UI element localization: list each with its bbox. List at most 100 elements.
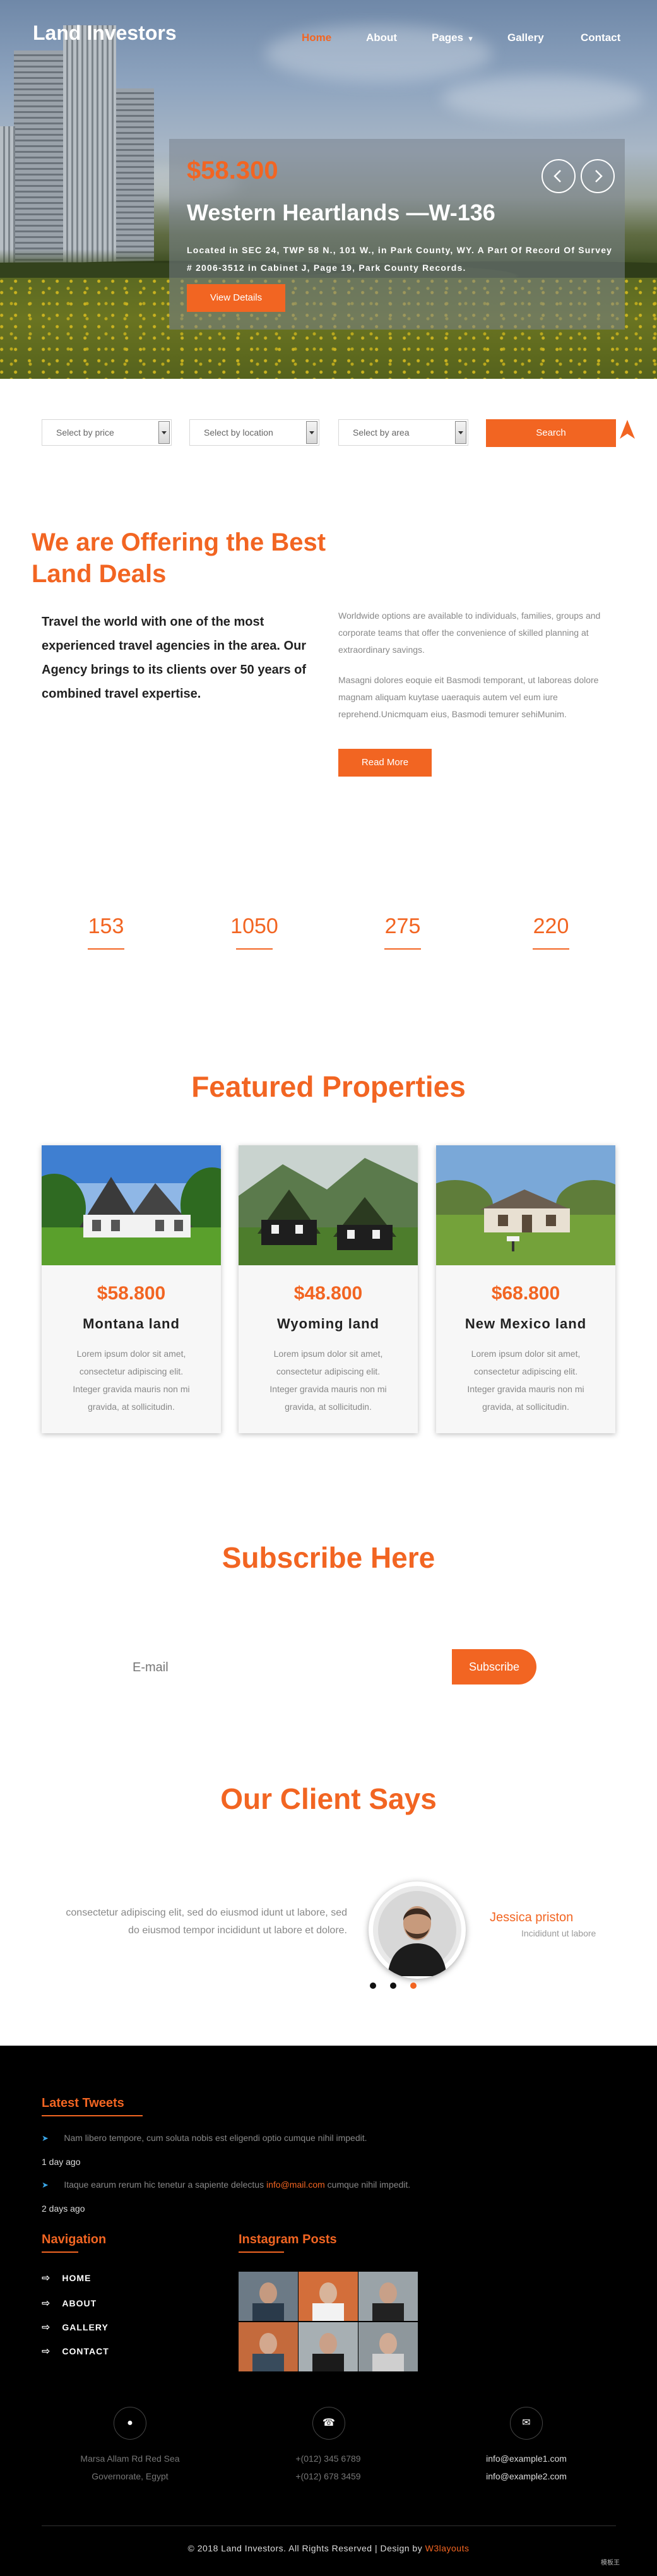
property-name[interactable]: Montana land	[42, 1316, 221, 1332]
read-more-button[interactable]: Read More	[338, 749, 432, 777]
instagram-photo[interactable]	[239, 2272, 298, 2321]
building-image	[63, 25, 116, 278]
nav-home[interactable]: Home	[302, 32, 331, 44]
instagram-photo[interactable]	[358, 2272, 418, 2321]
footer-nav-label: HOME	[62, 2273, 92, 2283]
prev-slide-button[interactable]	[542, 159, 576, 193]
tweet-text: Nam libero tempore, cum soluta nobis est…	[64, 2133, 367, 2143]
location-select[interactable]: Select by location	[189, 419, 319, 446]
view-details-button[interactable]: View Details	[187, 284, 285, 312]
instagram-photo[interactable]	[239, 2322, 298, 2371]
nav-pages[interactable]: Pages ▼	[432, 32, 474, 44]
carousel-dot[interactable]	[370, 1983, 376, 1989]
tweet-text-part: cumque nihil impedit.	[324, 2179, 411, 2190]
property-card[interactable]: $48.800 Wyoming land Lorem ipsum dolor s…	[239, 1145, 418, 1433]
property-image[interactable]	[436, 1145, 615, 1265]
instagram-heading: Instagram Posts	[239, 2233, 337, 2246]
hero-title: Western Heartlands —W-136	[187, 200, 495, 225]
address-text: Marsa Allam Rd Red Sea Governorate, Egyp…	[54, 2450, 206, 2485]
stat-counter: 1050	[230, 914, 278, 938]
area-select[interactable]: Select by area	[338, 419, 468, 446]
footer-nav-contact[interactable]: ⇨ CONTACT	[42, 2345, 109, 2358]
instagram-photo[interactable]	[299, 2322, 358, 2371]
dropdown-arrow-icon	[455, 421, 466, 444]
property-description: Lorem ipsum dolor sit amet, consectetur …	[269, 1349, 387, 1412]
property-image[interactable]	[42, 1145, 221, 1265]
next-arrow-icon	[595, 170, 603, 182]
next-slide-button[interactable]	[581, 159, 615, 193]
price-select[interactable]: Select by price	[42, 419, 172, 446]
property-card[interactable]: $68.800 New Mexico land Lorem ipsum dolo…	[436, 1145, 615, 1433]
property-price: $68.800	[491, 1283, 560, 1304]
subscribe-button[interactable]: Subscribe	[452, 1649, 536, 1685]
client-title: Our Client Says	[220, 1782, 437, 1815]
chevron-icon: ⇨	[42, 2298, 51, 2309]
search-button[interactable]: Search	[486, 419, 616, 447]
footer-nav-label: CONTACT	[62, 2346, 109, 2356]
hero-caption-panel: $58.300 Western Heartlands —W-136 Locate…	[169, 139, 625, 330]
heading-underline	[42, 2251, 78, 2253]
instagram-photo[interactable]	[358, 2322, 418, 2371]
carousel-dot-active[interactable]	[410, 1983, 417, 1989]
property-price: $48.800	[293, 1283, 363, 1304]
tweet-text: Itaque earum rerum hic tenetur a sapient…	[64, 2179, 410, 2190]
nav-about[interactable]: About	[366, 32, 397, 44]
stat-counter: 275	[384, 914, 421, 938]
tweet-time: 2 days ago	[42, 2203, 85, 2214]
nav-gallery[interactable]: Gallery	[507, 32, 544, 44]
offering-lead-text: Travel the world with one of the most ex…	[42, 615, 307, 701]
caret-down-icon: ▼	[467, 35, 474, 43]
phone-number[interactable]: +(012) 678 3459	[252, 2467, 404, 2485]
footer-nav-home[interactable]: ⇨ HOME	[42, 2272, 91, 2284]
twitter-icon: ➤	[42, 2180, 49, 2190]
footer-nav-label: ABOUT	[62, 2298, 97, 2308]
property-name[interactable]: New Mexico land	[436, 1316, 615, 1332]
scroll-arrow-icon[interactable]	[620, 420, 635, 440]
client-name: Jessica priston	[490, 1911, 574, 1924]
nav-contact[interactable]: Contact	[581, 32, 620, 44]
property-image[interactable]	[239, 1145, 418, 1265]
tweet-time: 1 day ago	[42, 2157, 81, 2167]
map-marker-icon: ●	[114, 2407, 146, 2440]
chevron-icon: ⇨	[42, 2322, 51, 2333]
tweet-email-link[interactable]: info@mail.com	[266, 2179, 325, 2190]
navigation-heading: Navigation	[42, 2233, 107, 2246]
email-address[interactable]: info@example1.com	[451, 2450, 602, 2467]
designer-link[interactable]: W3layouts	[425, 2543, 470, 2553]
instagram-grid	[239, 2272, 418, 2392]
offering-paragraph: Worldwide options are available to indiv…	[338, 611, 601, 655]
heading-underline	[42, 2115, 143, 2116]
email-field[interactable]	[119, 1650, 447, 1685]
client-role: Incididunt ut labore	[521, 1928, 596, 1938]
stat-counter: 220	[533, 914, 569, 938]
twitter-icon: ➤	[42, 2133, 49, 2143]
footer-nav-about[interactable]: ⇨ ABOUT	[42, 2297, 97, 2310]
stat-underline	[88, 948, 124, 950]
nav-pages-label: Pages	[432, 32, 464, 44]
heading-underline	[239, 2251, 284, 2253]
property-card[interactable]: $58.800 Montana land Lorem ipsum dolor s…	[42, 1145, 221, 1433]
area-select-label: Select by area	[353, 427, 410, 438]
phone-number[interactable]: +(012) 345 6789	[252, 2450, 404, 2467]
dropdown-arrow-icon	[306, 421, 317, 444]
property-price: $58.800	[97, 1283, 166, 1304]
footer-nav-label: GALLERY	[62, 2322, 109, 2332]
property-name[interactable]: Wyoming land	[239, 1316, 418, 1332]
avatar	[369, 1881, 466, 1979]
property-description: Lorem ipsum dolor sit amet, consectetur …	[467, 1349, 584, 1412]
address-line: Governorate, Egypt	[92, 2471, 169, 2481]
subscribe-title: Subscribe Here	[222, 1541, 435, 1574]
brand-logo[interactable]: Land Investors	[33, 21, 177, 45]
phone-icon: ☎	[312, 2407, 345, 2440]
featured-title: Featured Properties	[191, 1070, 466, 1103]
copyright-text: © 2018 Land Investors. All Rights Reserv…	[0, 2543, 657, 2553]
instagram-photo[interactable]	[299, 2272, 358, 2321]
phone-text: +(012) 345 6789 +(012) 678 3459	[252, 2450, 404, 2485]
hero-banner: Land Investors Home About Pages ▼ Gallery…	[0, 0, 657, 379]
chevron-icon: ⇨	[42, 2346, 51, 2357]
email-address[interactable]: info@example2.com	[451, 2467, 602, 2485]
copyright-label: © 2018 Land Investors. All Rights Reserv…	[187, 2543, 425, 2553]
carousel-dot[interactable]	[390, 1983, 396, 1989]
stat-underline	[384, 948, 421, 950]
footer-nav-gallery[interactable]: ⇨ GALLERY	[42, 2321, 109, 2334]
